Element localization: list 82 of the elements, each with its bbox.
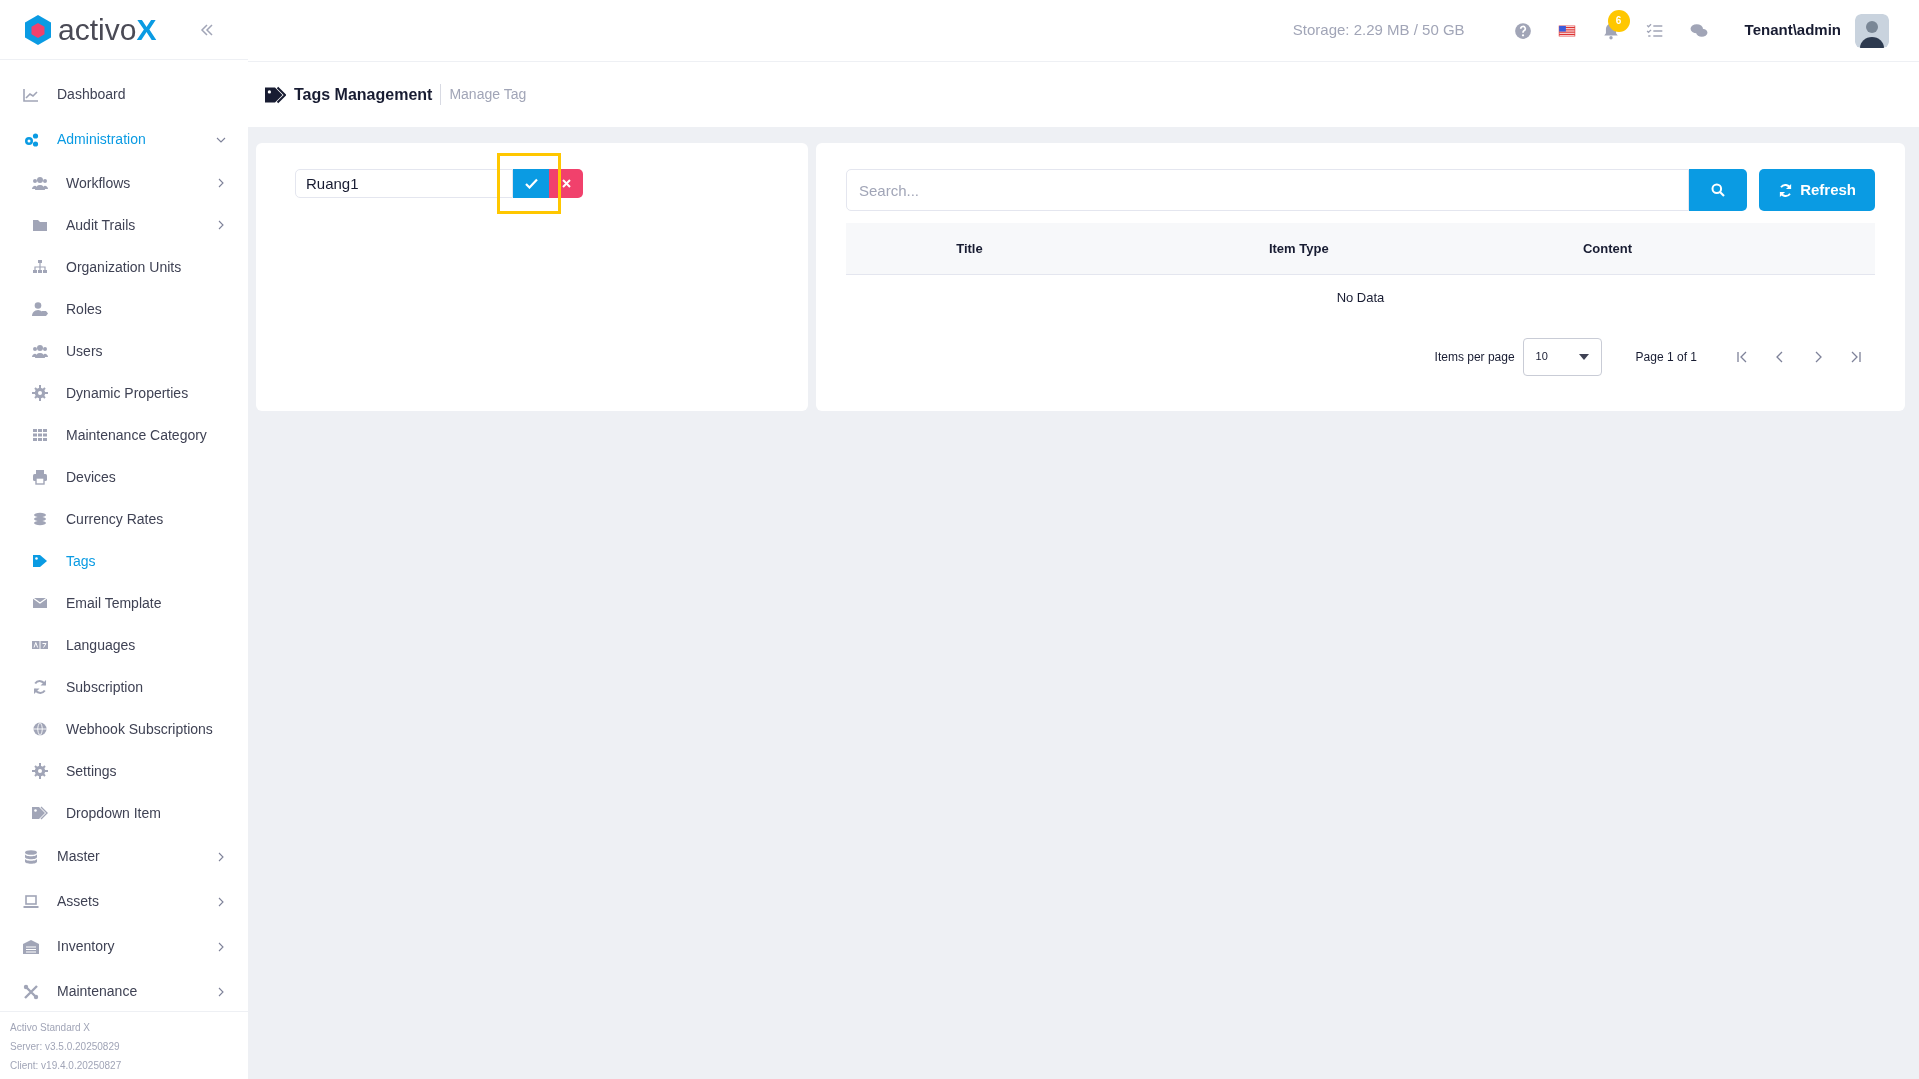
confirm-button[interactable] [513, 169, 549, 198]
users-icon [31, 175, 49, 191]
gear-icon [31, 763, 49, 779]
users-icon [31, 343, 49, 359]
sitemap-icon [31, 259, 49, 275]
sidebar-item[interactable]: Currency Rates [0, 498, 248, 540]
tags-icon [31, 805, 49, 821]
version-text: Server: v3.5.0.20250829 [10, 1040, 121, 1054]
sidebar-item[interactable]: Workflows [0, 162, 248, 204]
cancel-button[interactable] [549, 169, 583, 198]
check-icon [524, 178, 538, 189]
chat-icon[interactable] [1689, 21, 1708, 40]
sidebar-item[interactable]: Dashboard [0, 72, 248, 117]
gear-icon [31, 385, 49, 401]
sidebar-item[interactable]: Webhook Subscriptions [0, 708, 248, 750]
checklist-icon[interactable] [1645, 21, 1664, 40]
sidebar-item[interactable]: Organization Units [0, 246, 248, 288]
help-icon[interactable] [1513, 21, 1532, 40]
envelope-icon [31, 595, 49, 611]
sidebar-item[interactable]: Roles [0, 288, 248, 330]
globe-icon [31, 721, 49, 737]
sidebar-item[interactable]: Devices [0, 456, 248, 498]
gears-icon [22, 131, 40, 148]
sidebar-item[interactable]: Master [0, 834, 248, 879]
breadcrumb-text: Manage Tag [440, 84, 527, 105]
items-per-page-label: Items per page [1434, 348, 1515, 366]
chevron-right-icon [216, 178, 226, 188]
sidebar-item[interactable]: Dynamic Properties [0, 372, 248, 414]
sidebar-item[interactable]: Settings [0, 750, 248, 792]
sidebar-item[interactable]: Languages [0, 624, 248, 666]
printer-icon [31, 469, 49, 485]
refresh-icon [1778, 182, 1794, 198]
column-header: Title [956, 240, 983, 256]
sidebar-item[interactable]: Inventory [0, 924, 248, 969]
sidebar-item[interactable]: Subscription [0, 666, 248, 708]
laptop-icon [22, 893, 40, 910]
grid-icon [31, 427, 49, 443]
tag-icon [31, 553, 49, 569]
storage-text: Storage: 2.29 MB / 50 GB [1292, 20, 1465, 41]
logo-text: activoX [58, 14, 157, 45]
user-tag-icon [31, 301, 49, 317]
page-range: Page 1 of 1 [1635, 348, 1697, 366]
sidebar-item[interactable]: Users [0, 330, 248, 372]
page-title: Tags Management [294, 84, 433, 105]
coins-icon [31, 511, 49, 527]
chevron-right-icon [216, 941, 226, 952]
user-name[interactable]: Tenant\admin [1744, 19, 1841, 42]
column-header: Item Type [1268, 240, 1329, 256]
sidebar-item[interactable]: Email Template [0, 582, 248, 624]
search-icon [1711, 183, 1726, 197]
search-field[interactable]: Search... [846, 169, 1690, 211]
folder-icon [31, 217, 49, 233]
chevron-right-icon [216, 851, 226, 862]
sidebar-item[interactable]: Assets [0, 879, 248, 924]
chevron-right-icon [216, 986, 226, 997]
tag-name-input[interactable]: Ruang1 [295, 169, 513, 198]
hexagon-logo-icon [22, 13, 54, 46]
chevron-right-icon [216, 896, 226, 907]
tags-icon [264, 84, 286, 105]
first-page-icon [1735, 349, 1749, 364]
chart-icon [22, 86, 40, 103]
version-text: Client: v19.4.0.20250827 [10, 1059, 123, 1073]
dropdown-caret-icon [1578, 353, 1589, 360]
notification-badge: 6 [1607, 9, 1630, 32]
chevron-right-icon [216, 220, 226, 230]
warehouse-icon [22, 938, 40, 955]
database-icon [22, 848, 40, 865]
sidebar-item[interactable]: Maintenance [0, 969, 248, 1011]
close-icon [561, 179, 571, 188]
collapse-icon[interactable] [200, 23, 215, 36]
page-size-select[interactable]: 10 [1522, 337, 1602, 376]
avatar-icon[interactable] [1855, 13, 1889, 48]
column-header: Content [1582, 240, 1632, 256]
sidebar-item[interactable]: Maintenance Category [0, 414, 248, 456]
empty-message: No Data [1335, 289, 1386, 307]
sidebar-item[interactable]: Dropdown Item [0, 792, 248, 834]
version-text: Activo Standard X [10, 1021, 92, 1035]
search-button[interactable] [1689, 169, 1748, 211]
last-page-icon [1849, 349, 1863, 364]
tools-icon [22, 983, 40, 1000]
sync-icon [31, 679, 49, 695]
sidebar-item[interactable]: Audit Trails [0, 204, 248, 246]
